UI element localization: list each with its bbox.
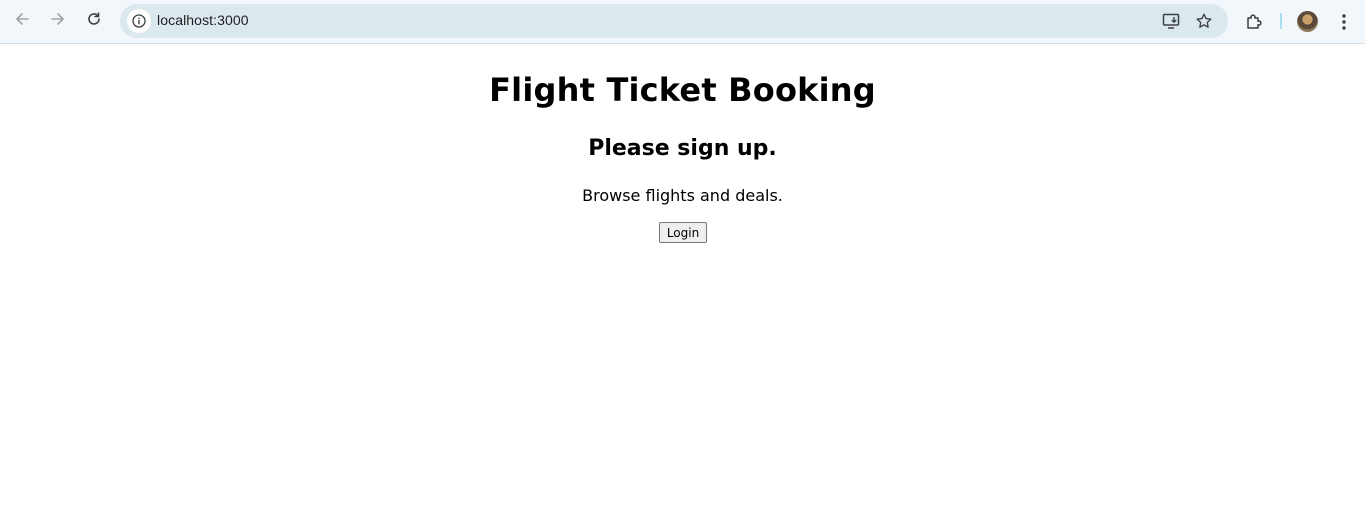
puzzle-icon[interactable] (1243, 11, 1265, 33)
login-button[interactable]: Login (659, 222, 707, 243)
page-subtitle: Please sign up. (588, 136, 777, 161)
star-icon[interactable] (1194, 11, 1214, 31)
reload-button[interactable] (79, 6, 109, 36)
info-icon[interactable] (127, 9, 151, 33)
browser-toolbar: localhost:3000 (0, 0, 1365, 44)
install-app-icon[interactable] (1161, 11, 1181, 31)
url-text[interactable]: localhost:3000 (157, 12, 249, 28)
reload-icon (85, 10, 103, 32)
address-bar[interactable]: localhost:3000 (120, 4, 1228, 38)
kebab-menu-icon[interactable] (1333, 11, 1355, 33)
page-title: Flight Ticket Booking (489, 71, 876, 109)
page-content: Flight Ticket Booking Please sign up. Br… (0, 45, 1365, 525)
avatar[interactable] (1297, 11, 1318, 32)
arrow-right-icon (49, 10, 67, 32)
back-button[interactable] (7, 6, 37, 36)
arrow-left-icon (13, 10, 31, 32)
toolbar-divider (1280, 13, 1282, 29)
forward-button[interactable] (43, 6, 73, 36)
page-description: Browse flights and deals. (582, 186, 783, 205)
